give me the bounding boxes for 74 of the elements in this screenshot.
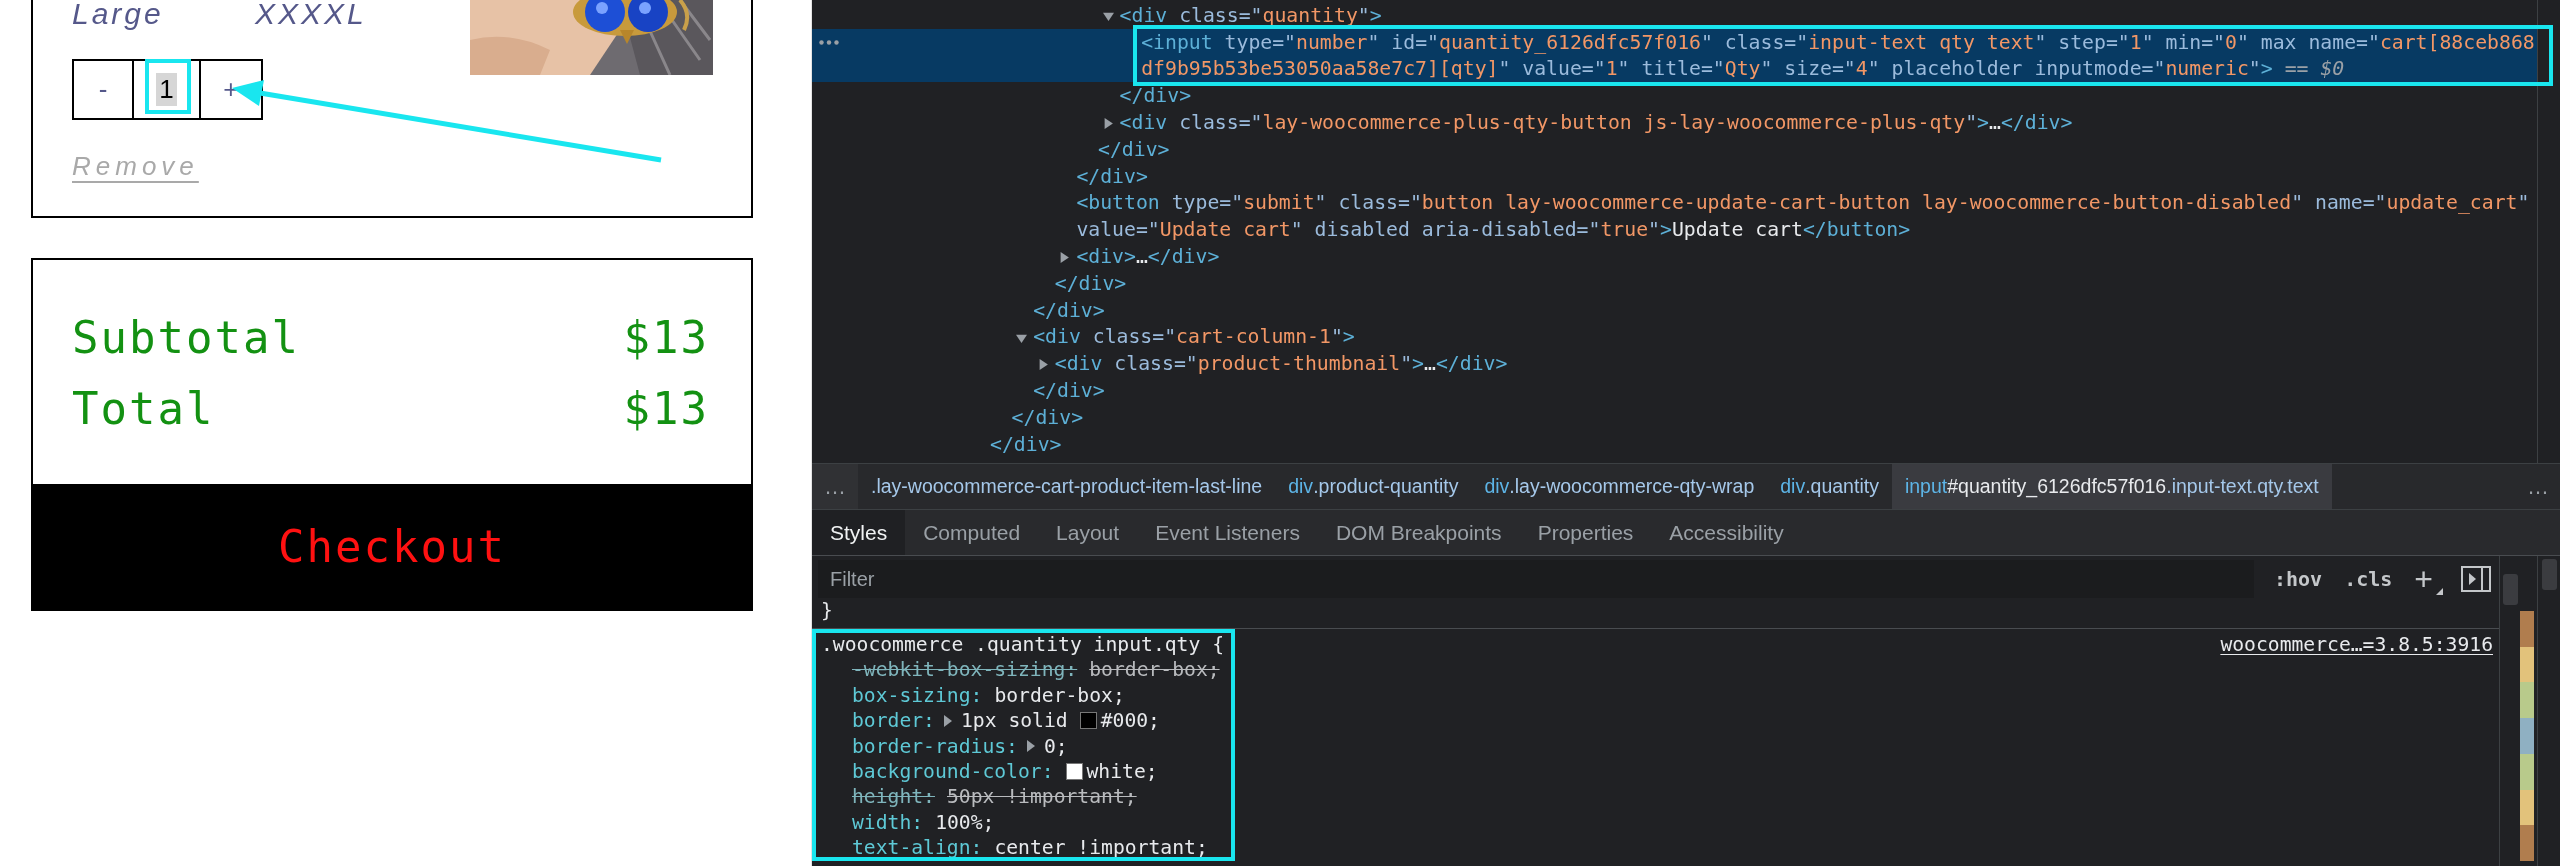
property-value[interactable]: border-box; bbox=[1089, 657, 1220, 683]
breadcrumb-overflow-button[interactable]: … bbox=[2516, 464, 2560, 509]
expand-arrow-icon[interactable] bbox=[1102, 118, 1114, 130]
html-line: <div>…</div> bbox=[1076, 245, 1220, 269]
total-amount: $13 bbox=[623, 311, 709, 365]
html-line: value="Update cart" disabled aria-disabled="true">Update cart</button> bbox=[1076, 218, 1911, 242]
property-value[interactable]: 0; bbox=[1043, 733, 1068, 759]
property-name[interactable]: height: bbox=[852, 784, 935, 810]
panel-tab[interactable]: Styles bbox=[812, 510, 906, 555]
source-link[interactable]: woocommerce…=3.8.5:3916 bbox=[2220, 632, 2493, 658]
rule-selector: .woocommerce .quantity input.qty { bbox=[821, 632, 1224, 658]
new-rule-button[interactable]: + bbox=[2412, 563, 2443, 595]
html-line: </div> bbox=[1098, 137, 1170, 161]
html-line: <div class="product-thumbnail">…</div> bbox=[1054, 352, 1508, 376]
html-line: </div> bbox=[1054, 271, 1127, 295]
property-name[interactable]: border-radius: bbox=[852, 733, 1018, 759]
property-name[interactable]: border: bbox=[852, 708, 935, 734]
expand-arrow-icon[interactable] bbox=[1037, 359, 1049, 371]
sidebar-toggle-icon[interactable] bbox=[2461, 566, 2491, 592]
checkout-button[interactable]: Checkout bbox=[33, 484, 751, 609]
property-value[interactable]: border-box; bbox=[994, 682, 1125, 709]
panel-tab[interactable]: DOM Breakpoints bbox=[1317, 510, 1520, 555]
filter-field[interactable]: Filter bbox=[818, 560, 2254, 598]
total-label: Total bbox=[72, 382, 215, 436]
property-name[interactable]: background-color: bbox=[852, 758, 1054, 785]
panel-tab[interactable]: Computed bbox=[905, 510, 1039, 555]
html-line: <div class="lay-woocommerce-plus-qty-button js-lay-woocommerce-plus-qty">…</div> bbox=[1119, 111, 2073, 135]
scrollbar-thumb[interactable] bbox=[2502, 574, 2518, 605]
html-line: <div class="quantity"> bbox=[1119, 3, 1382, 27]
expand-arrow-icon[interactable] bbox=[1059, 252, 1071, 264]
property-name[interactable]: width: bbox=[852, 809, 924, 836]
property-value[interactable]: 1px solid bbox=[961, 708, 1068, 734]
variant-value: XXXXL bbox=[255, 0, 367, 29]
property-name[interactable]: text-align: bbox=[852, 835, 983, 861]
variant-label: Large bbox=[72, 0, 165, 29]
color-swatch[interactable] bbox=[1065, 763, 1083, 781]
expand-arrow-icon[interactable] bbox=[943, 714, 953, 727]
total-label: Subtotal bbox=[72, 311, 300, 365]
html-line: </div> bbox=[990, 432, 1062, 456]
property-name[interactable]: box-sizing: bbox=[852, 682, 983, 709]
state-toggle-button[interactable]: :hov bbox=[2271, 567, 2325, 591]
panel-tab[interactable]: Properties bbox=[1519, 510, 1652, 555]
console-reference: == $0 bbox=[2284, 57, 2345, 81]
corner-triangle-icon bbox=[2436, 588, 2443, 595]
more-options-icon[interactable] bbox=[819, 39, 839, 45]
panel-tab[interactable]: Accessibility bbox=[1651, 510, 1802, 555]
scrollbar-thumb[interactable] bbox=[2541, 559, 2557, 590]
total-amount: $13 bbox=[623, 382, 709, 436]
property-value[interactable]: 100%; bbox=[935, 809, 995, 836]
html-line: </div> bbox=[1076, 164, 1148, 188]
expand-arrow-icon[interactable] bbox=[1016, 332, 1028, 344]
closing-brace: } bbox=[821, 599, 833, 622]
html-line: </div> bbox=[1119, 84, 1192, 108]
html-line: <button type="submit" class="button lay-woocommerce-update-cart-button lay-woocommerce-button-disabled" name="update_cart" bbox=[1076, 191, 2530, 215]
breadcrumb-item[interactable]: input#quantity_6126dfc57f016.input-text.qty.text bbox=[1891, 464, 2332, 509]
property-value[interactable]: center !important; bbox=[994, 835, 1208, 861]
html-line: </div> bbox=[1011, 405, 1084, 429]
panel-tab[interactable]: Event Listeners bbox=[1137, 510, 1318, 555]
expand-arrow-icon[interactable] bbox=[1025, 740, 1036, 753]
property-name[interactable]: -webkit-box-sizing: bbox=[852, 657, 1078, 683]
property-value[interactable]: 50px !important; bbox=[947, 784, 1137, 810]
state-toggle-button[interactable]: .cls bbox=[2342, 567, 2395, 591]
panel-tab[interactable]: Layout bbox=[1038, 510, 1138, 555]
html-line: <div class="cart-column-1"> bbox=[1033, 325, 1355, 349]
html-line: </div> bbox=[1033, 379, 1105, 403]
property-value[interactable]: #000; bbox=[1100, 708, 1160, 734]
color-swatch[interactable] bbox=[1079, 712, 1097, 730]
quantity-field[interactable]: 1 bbox=[134, 61, 201, 118]
html-line: df9b95b53be53050aa58e7c7][qty]" value="1" title="Qty" size="4" placeholder inputmode="numeric"> bbox=[1141, 57, 2273, 81]
property-value[interactable]: white; bbox=[1086, 758, 1158, 785]
expand-arrow-icon[interactable] bbox=[1102, 11, 1114, 22]
breadcrumb-overflow-button[interactable]: … bbox=[812, 464, 858, 509]
html-line: </div> bbox=[1033, 298, 1105, 322]
html-line: <input type="number" id="quantity_6126dfc57f016" class="input-text qty text" step="1" min="0" max name="cart[88ceb868 bbox=[1141, 30, 2535, 54]
